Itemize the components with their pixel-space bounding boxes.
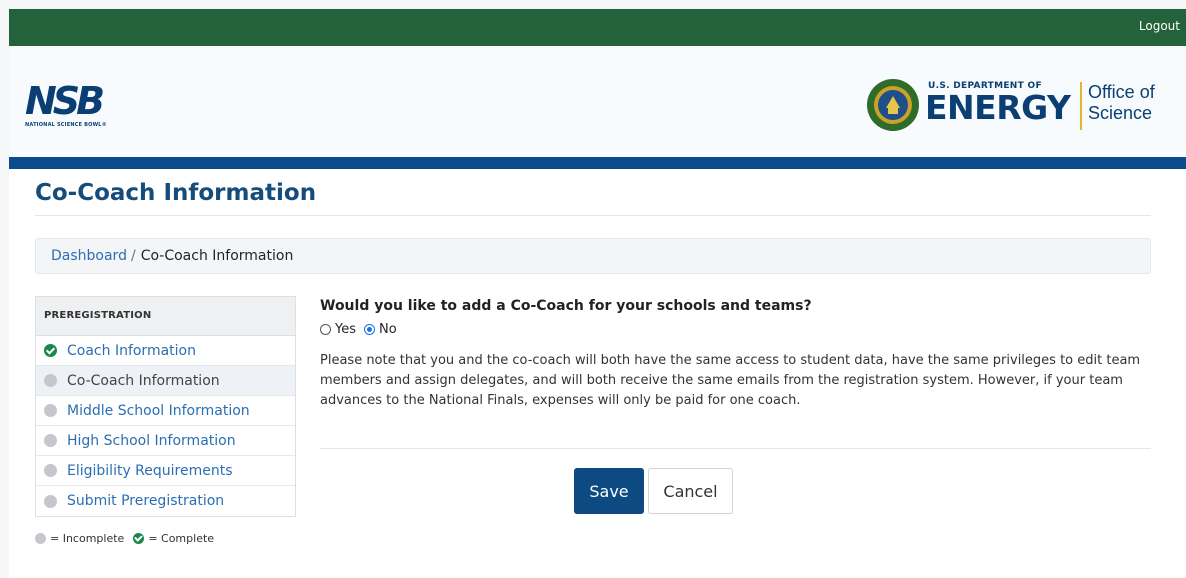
doe-seal-icon xyxy=(867,79,919,131)
sidebar-item-co-coach-information[interactable]: Co-Coach Information xyxy=(36,366,295,396)
status-legend: = Incomplete = Complete xyxy=(35,532,214,545)
sidebar-item-label: Coach Information xyxy=(67,342,196,359)
incomplete-dot-icon xyxy=(44,434,57,447)
legend-complete-label: = Complete xyxy=(148,532,215,545)
sidebar-item-middle-school-information[interactable]: Middle School Information xyxy=(36,396,295,426)
form-divider xyxy=(320,448,1151,449)
sidebar-item-submit-preregistration[interactable]: Submit Preregistration xyxy=(36,486,295,516)
breadcrumb-separator: / xyxy=(130,248,136,264)
sidebar-item-label: Submit Preregistration xyxy=(67,493,225,509)
complete-check-icon xyxy=(133,533,145,544)
incomplete-dot-icon xyxy=(44,374,57,387)
form-actions: Save Cancel xyxy=(574,468,733,514)
breadcrumb-current: Co-Coach Information xyxy=(140,248,294,264)
cancel-button[interactable]: Cancel xyxy=(648,468,733,514)
no-radio[interactable] xyxy=(364,324,375,335)
incomplete-dot-icon xyxy=(44,494,57,508)
sidebar-item-label: High School Information xyxy=(67,432,236,449)
incomplete-dot-icon xyxy=(35,533,46,544)
office-of-science-text: Office of Science xyxy=(1088,82,1155,124)
header-accent-bar xyxy=(9,157,1186,169)
logo-divider xyxy=(1080,82,1082,130)
incomplete-dot-icon xyxy=(44,404,57,417)
no-radio-label[interactable]: No xyxy=(379,322,397,337)
sidebar-heading: PREREGISTRATION xyxy=(36,297,295,336)
sidebar-item-eligibility-requirements[interactable]: Eligibility Requirements xyxy=(36,456,295,486)
sidebar-item-high-school-information[interactable]: High School Information xyxy=(36,426,295,456)
office-line-1: Office of xyxy=(1088,82,1155,102)
co-coach-radio-group: Yes No xyxy=(320,322,1151,337)
save-button[interactable]: Save xyxy=(574,468,644,514)
co-coach-note: Please note that you and the co-coach wi… xyxy=(320,353,1141,408)
logout-link[interactable]: Logout xyxy=(1139,19,1180,33)
nsb-logo-text: NSB xyxy=(25,79,105,123)
top-bar: Logout xyxy=(9,9,1186,46)
page-title: Co-Coach Information xyxy=(35,180,317,206)
office-line-2: Science xyxy=(1088,103,1153,123)
yes-radio[interactable] xyxy=(320,324,331,335)
co-coach-question: Would you like to add a Co-Coach for you… xyxy=(320,298,812,314)
co-coach-form: Would you like to add a Co-Coach for you… xyxy=(320,298,1151,514)
doe-office-of-science-logo[interactable]: U.S. DEPARTMENT OF ENERGY Office of Scie… xyxy=(866,78,1166,138)
nsb-logo-subtext: NATIONAL SCIENCE BOWL® xyxy=(25,122,107,128)
yes-radio-label[interactable]: Yes xyxy=(335,322,356,337)
preregistration-sidebar: PREREGISTRATION Coach Information Co-Coa… xyxy=(35,296,296,517)
breadcrumb-dashboard-link[interactable]: Dashboard xyxy=(51,248,127,264)
sidebar-item-label: Co-Coach Information xyxy=(67,372,220,389)
doe-big-text: ENERGY xyxy=(925,88,1071,127)
legend-incomplete-label: = Incomplete xyxy=(50,532,125,545)
breadcrumb: Dashboard / Co-Coach Information xyxy=(35,238,1151,274)
incomplete-dot-icon xyxy=(44,464,57,477)
complete-check-icon xyxy=(44,344,57,357)
sidebar-item-label: Eligibility Requirements xyxy=(67,462,233,479)
site-header: NSB NATIONAL SCIENCE BOWL® U.S. DEPARTME… xyxy=(9,46,1186,157)
sidebar-item-label: Middle School Information xyxy=(67,402,250,419)
title-divider xyxy=(35,215,1151,216)
sidebar-item-coach-information[interactable]: Coach Information xyxy=(36,336,295,366)
nsb-logo[interactable]: NSB NATIONAL SCIENCE BOWL® xyxy=(25,82,135,134)
